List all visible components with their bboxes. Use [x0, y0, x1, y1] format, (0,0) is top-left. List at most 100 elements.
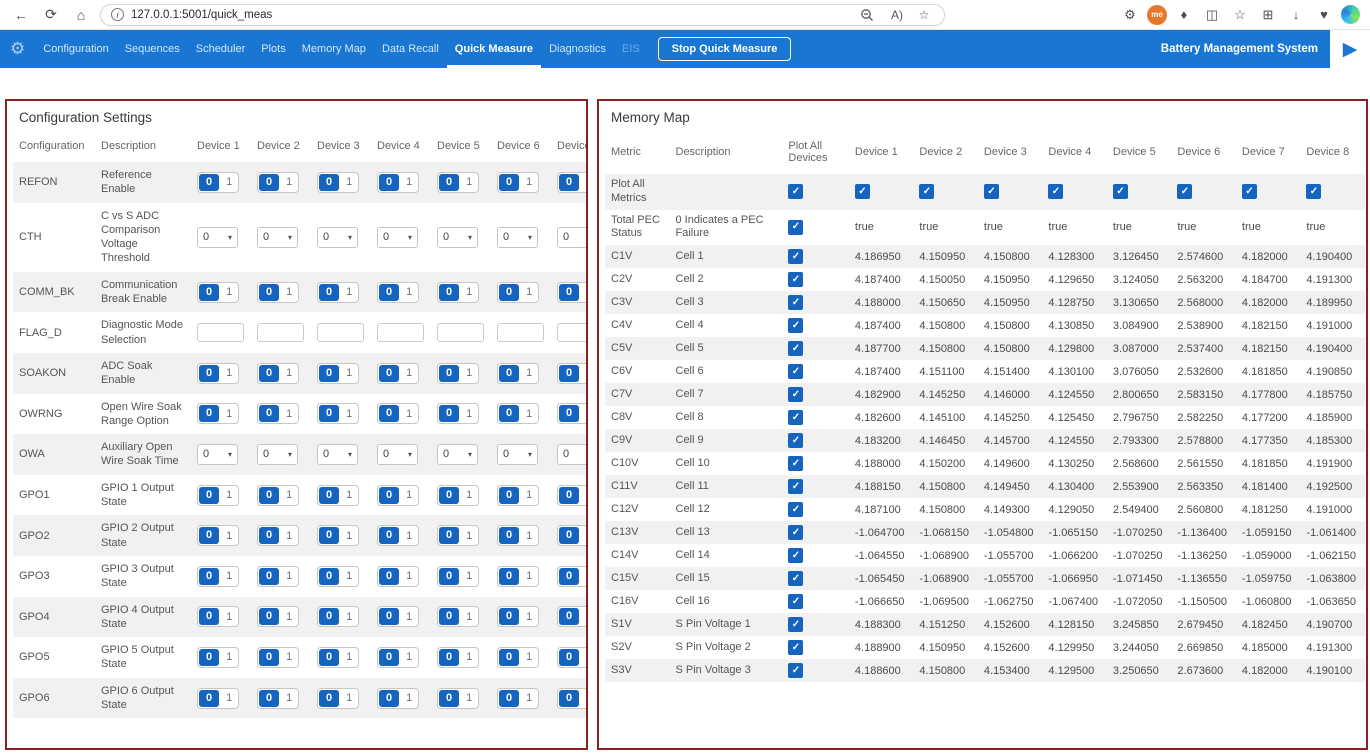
- plot-checkbox-c7v[interactable]: ✓: [788, 387, 803, 402]
- toggle-refon-device-6[interactable]: 01: [497, 172, 539, 193]
- plot-checkbox-c1v[interactable]: ✓: [788, 249, 803, 264]
- toggle-refon-device-5[interactable]: 01: [437, 172, 479, 193]
- nav-item-configuration[interactable]: Configuration: [35, 30, 116, 68]
- collections-icon[interactable]: ⊞: [1257, 4, 1279, 26]
- toggle-owrng-device-6[interactable]: 01: [497, 403, 539, 424]
- toggle-gpo2-device-6[interactable]: 01: [497, 525, 539, 546]
- select-owa-device-1[interactable]: 0▾: [197, 444, 238, 465]
- plot-checkbox-c10v[interactable]: ✓: [788, 456, 803, 471]
- select-cth-device-7[interactable]: 0▾: [557, 227, 588, 248]
- edge-logo[interactable]: [1341, 5, 1360, 24]
- toggle-gpo5-device-7[interactable]: 01: [557, 647, 588, 668]
- toggle-gpo1-device-4[interactable]: 01: [377, 485, 419, 506]
- toggle-gpo2-device-5[interactable]: 01: [437, 525, 479, 546]
- plot-checkbox-c9v[interactable]: ✓: [788, 433, 803, 448]
- toggle-comm-bk-device-1[interactable]: 01: [197, 282, 239, 303]
- toggle-owrng-device-4[interactable]: 01: [377, 403, 419, 424]
- toggle-gpo3-device-4[interactable]: 01: [377, 566, 419, 587]
- settings-sync-icon[interactable]: ⚙: [1119, 4, 1141, 26]
- refresh-icon[interactable]: ⟳: [40, 4, 62, 26]
- run-button[interactable]: ▶: [1330, 30, 1370, 68]
- toggle-gpo5-device-4[interactable]: 01: [377, 647, 419, 668]
- toggle-gpo3-device-7[interactable]: 01: [557, 566, 588, 587]
- toggle-soakon-device-6[interactable]: 01: [497, 363, 539, 384]
- select-cth-device-2[interactable]: 0▾: [257, 227, 298, 248]
- input-flag-d-device-1[interactable]: [197, 323, 244, 342]
- gear-icon[interactable]: ⚙: [10, 39, 25, 59]
- plot-checkbox-s1v[interactable]: ✓: [788, 617, 803, 632]
- toggle-gpo6-device-1[interactable]: 01: [197, 688, 239, 709]
- plot-checkbox-s3v[interactable]: ✓: [788, 663, 803, 678]
- toggle-gpo6-device-2[interactable]: 01: [257, 688, 299, 709]
- toggle-soakon-device-7[interactable]: 01: [557, 363, 588, 384]
- plot-checkbox-plot-all-metrics[interactable]: ✓: [788, 184, 803, 199]
- select-owa-device-6[interactable]: 0▾: [497, 444, 538, 465]
- toggle-comm-bk-device-2[interactable]: 01: [257, 282, 299, 303]
- toggle-gpo5-device-2[interactable]: 01: [257, 647, 299, 668]
- plot-checkbox-c14v[interactable]: ✓: [788, 548, 803, 563]
- toggle-gpo4-device-4[interactable]: 01: [377, 606, 419, 627]
- plot-all-device-4-checkbox[interactable]: ✓: [1048, 184, 1063, 199]
- toggle-gpo5-device-1[interactable]: 01: [197, 647, 239, 668]
- select-owa-device-4[interactable]: 0▾: [377, 444, 418, 465]
- plot-all-device-7-checkbox[interactable]: ✓: [1242, 184, 1257, 199]
- toggle-gpo4-device-1[interactable]: 01: [197, 606, 239, 627]
- toggle-owrng-device-3[interactable]: 01: [317, 403, 359, 424]
- input-flag-d-device-4[interactable]: [377, 323, 424, 342]
- toggle-gpo5-device-6[interactable]: 01: [497, 647, 539, 668]
- plot-all-device-3-checkbox[interactable]: ✓: [984, 184, 999, 199]
- plot-checkbox-c11v[interactable]: ✓: [788, 479, 803, 494]
- plot-all-device-8-checkbox[interactable]: ✓: [1306, 184, 1321, 199]
- toggle-gpo6-device-5[interactable]: 01: [437, 688, 479, 709]
- plot-all-device-2-checkbox[interactable]: ✓: [919, 184, 934, 199]
- toggle-owrng-device-7[interactable]: 01: [557, 403, 588, 424]
- toggle-gpo2-device-7[interactable]: 01: [557, 525, 588, 546]
- toggle-refon-device-2[interactable]: 01: [257, 172, 299, 193]
- toggle-gpo3-device-2[interactable]: 01: [257, 566, 299, 587]
- toggle-comm-bk-device-4[interactable]: 01: [377, 282, 419, 303]
- plot-checkbox-s2v[interactable]: ✓: [788, 640, 803, 655]
- downloads-icon[interactable]: ↓: [1285, 4, 1307, 26]
- toggle-gpo1-device-5[interactable]: 01: [437, 485, 479, 506]
- input-flag-d-device-7[interactable]: [557, 323, 588, 342]
- plot-checkbox-c15v[interactable]: ✓: [788, 571, 803, 586]
- toggle-gpo4-device-6[interactable]: 01: [497, 606, 539, 627]
- toggle-gpo2-device-4[interactable]: 01: [377, 525, 419, 546]
- select-owa-device-3[interactable]: 0▾: [317, 444, 358, 465]
- nav-item-eis[interactable]: EIS: [614, 30, 648, 68]
- toggle-gpo3-device-5[interactable]: 01: [437, 566, 479, 587]
- favorites-icon[interactable]: ☆: [1229, 4, 1251, 26]
- select-owa-device-5[interactable]: 0▾: [437, 444, 478, 465]
- select-cth-device-3[interactable]: 0▾: [317, 227, 358, 248]
- nav-item-memory-map[interactable]: Memory Map: [294, 30, 374, 68]
- toggle-gpo5-device-3[interactable]: 01: [317, 647, 359, 668]
- select-cth-device-5[interactable]: 0▾: [437, 227, 478, 248]
- nav-item-diagnostics[interactable]: Diagnostics: [541, 30, 614, 68]
- select-cth-device-1[interactable]: 0▾: [197, 227, 238, 248]
- input-flag-d-device-3[interactable]: [317, 323, 364, 342]
- toggle-refon-device-7[interactable]: 01: [557, 172, 588, 193]
- plot-all-device-1-checkbox[interactable]: ✓: [855, 184, 870, 199]
- nav-item-scheduler[interactable]: Scheduler: [188, 30, 254, 68]
- toggle-gpo1-device-7[interactable]: 01: [557, 485, 588, 506]
- toggle-gpo6-device-7[interactable]: 01: [557, 688, 588, 709]
- toggle-owrng-device-5[interactable]: 01: [437, 403, 479, 424]
- site-info-icon[interactable]: i: [111, 8, 124, 21]
- plot-checkbox-c13v[interactable]: ✓: [788, 525, 803, 540]
- toggle-gpo5-device-5[interactable]: 01: [437, 647, 479, 668]
- toggle-gpo1-device-3[interactable]: 01: [317, 485, 359, 506]
- input-flag-d-device-6[interactable]: [497, 323, 544, 342]
- toggle-refon-device-4[interactable]: 01: [377, 172, 419, 193]
- toggle-comm-bk-device-3[interactable]: 01: [317, 282, 359, 303]
- plot-checkbox-c5v[interactable]: ✓: [788, 341, 803, 356]
- plot-checkbox-total-pec-status[interactable]: ✓: [788, 220, 803, 235]
- nav-item-data-recall[interactable]: Data Recall: [374, 30, 447, 68]
- toggle-soakon-device-2[interactable]: 01: [257, 363, 299, 384]
- browser-essentials-icon[interactable]: ♥: [1313, 4, 1335, 26]
- toggle-comm-bk-device-5[interactable]: 01: [437, 282, 479, 303]
- toggle-gpo3-device-3[interactable]: 01: [317, 566, 359, 587]
- toggle-gpo4-device-7[interactable]: 01: [557, 606, 588, 627]
- toggle-gpo1-device-2[interactable]: 01: [257, 485, 299, 506]
- plot-checkbox-c4v[interactable]: ✓: [788, 318, 803, 333]
- toggle-gpo4-device-3[interactable]: 01: [317, 606, 359, 627]
